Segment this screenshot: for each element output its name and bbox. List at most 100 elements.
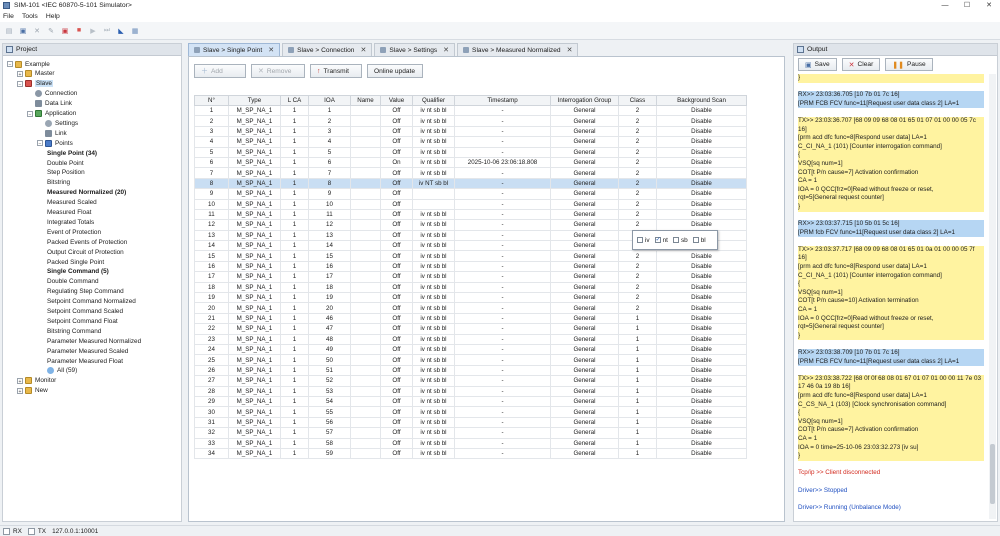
- table-row[interactable]: 1 M_SP_NA_1 1 1 Off iv nt sb bl - General 2 Disab…: [194, 104, 747, 117]
- column-header[interactable]: Type: [228, 95, 281, 106]
- table-cell[interactable]: 2: [618, 271, 657, 283]
- table-cell[interactable]: Off: [380, 447, 413, 460]
- table-cell[interactable]: iv nt sb bl: [412, 125, 455, 138]
- table-cell[interactable]: Disable: [656, 406, 747, 418]
- table-cell[interactable]: 1: [618, 395, 657, 408]
- table-cell[interactable]: 1: [280, 437, 309, 449]
- table-cell[interactable]: 49: [308, 343, 351, 356]
- table-cell[interactable]: General: [550, 104, 619, 117]
- tree-item[interactable]: Bitstring: [47, 178, 70, 188]
- maximize-button[interactable]: ☐: [956, 0, 978, 11]
- tree-item[interactable]: Single Command (5): [47, 267, 109, 277]
- table-cell[interactable]: M_SP_NA_1: [228, 447, 281, 460]
- table-cell[interactable]: General: [550, 167, 619, 179]
- table-cell[interactable]: General: [550, 219, 619, 231]
- table-cell[interactable]: iv nt sb bl: [412, 437, 455, 449]
- qualifier-checkbox-sb[interactable]: sb: [672, 237, 688, 244]
- tree-item[interactable]: Link: [37, 128, 67, 138]
- table-cell[interactable]: [412, 188, 455, 200]
- tree-item[interactable]: + Master: [17, 69, 55, 79]
- table-cell[interactable]: Disable: [656, 427, 747, 439]
- table-cell[interactable]: General: [550, 260, 619, 273]
- close-tab-icon[interactable]: ✕: [443, 46, 449, 54]
- table-cell[interactable]: iv nt sb bl: [412, 385, 455, 397]
- table-cell[interactable]: [350, 416, 381, 429]
- table-cell[interactable]: [350, 302, 381, 314]
- table-row[interactable]: 4 M_SP_NA_1 1 4 Off iv nt sb bl - General 2 Disab…: [194, 136, 747, 148]
- table-cell[interactable]: Disable: [656, 302, 747, 314]
- table-cell[interactable]: Disable: [656, 219, 747, 231]
- table-row[interactable]: 27 M_SP_NA_1 1 52 Off iv nt sb bl - General 1 Dis…: [194, 375, 747, 387]
- table-cell[interactable]: 1: [280, 198, 309, 210]
- trend-icon[interactable]: ◣: [116, 26, 126, 36]
- table-cell[interactable]: 23: [194, 333, 229, 346]
- table-cell[interactable]: Disable: [656, 177, 747, 190]
- table-cell[interactable]: 2: [618, 177, 657, 190]
- new-project-icon[interactable]: ▤: [4, 26, 14, 36]
- table-cell[interactable]: -: [454, 427, 551, 439]
- tree-item[interactable]: Setpoint Command Float: [47, 316, 118, 326]
- table-cell[interactable]: General: [550, 385, 619, 397]
- column-header[interactable]: L CA: [280, 95, 309, 106]
- menu-tools[interactable]: Tools: [22, 13, 38, 20]
- table-cell[interactable]: Off: [380, 125, 413, 138]
- table-cell[interactable]: M_SP_NA_1: [228, 395, 281, 408]
- column-header[interactable]: Class: [618, 95, 657, 106]
- tree-item[interactable]: Integrated Totals: [47, 217, 94, 227]
- table-cell[interactable]: 1: [280, 125, 309, 138]
- table-cell[interactable]: Off: [380, 198, 413, 210]
- table-cell[interactable]: 1: [280, 447, 309, 460]
- table-cell[interactable]: 11: [308, 208, 351, 221]
- table-cell[interactable]: M_SP_NA_1: [228, 136, 281, 148]
- table-row[interactable]: 17 M_SP_NA_1 1 17 Off iv nt sb bl - General 2 Dis…: [194, 271, 747, 283]
- table-cell[interactable]: iv nt sb bl: [412, 271, 455, 283]
- table-cell[interactable]: 7: [308, 167, 351, 179]
- table-cell[interactable]: General: [550, 146, 619, 158]
- table-cell[interactable]: 1: [618, 447, 657, 460]
- step-icon[interactable]: ⏭: [102, 26, 112, 36]
- table-cell[interactable]: 1: [280, 260, 309, 273]
- table-cell[interactable]: Off: [380, 343, 413, 356]
- tree-item[interactable]: Measured Scaled: [47, 198, 97, 208]
- table-cell[interactable]: Off: [380, 364, 413, 377]
- table-cell[interactable]: -: [454, 125, 551, 138]
- table-cell[interactable]: 2: [618, 156, 657, 169]
- table-cell[interactable]: iv nt sb bl: [412, 395, 455, 408]
- clear-output-button[interactable]: ✕ Clear: [841, 58, 881, 71]
- table-cell[interactable]: 53: [308, 385, 351, 397]
- table-cell[interactable]: 26: [194, 364, 229, 377]
- table-cell[interactable]: -: [454, 229, 551, 242]
- table-cell[interactable]: iv nt sb bl: [412, 104, 455, 117]
- table-row[interactable]: 29 M_SP_NA_1 1 54 Off iv nt sb bl - General 1 Dis…: [194, 395, 747, 408]
- table-cell[interactable]: iv nt sb bl: [412, 281, 455, 294]
- table-cell[interactable]: -: [454, 437, 551, 449]
- table-cell[interactable]: 1: [280, 104, 309, 117]
- table-cell[interactable]: [350, 188, 381, 200]
- table-cell[interactable]: iv nt sb bl: [412, 323, 455, 335]
- table-cell[interactable]: Disable: [656, 250, 747, 262]
- table-cell[interactable]: [350, 219, 381, 231]
- close-tab-icon[interactable]: ✕: [360, 46, 366, 54]
- table-cell[interactable]: 2: [618, 136, 657, 148]
- table-cell[interactable]: M_SP_NA_1: [228, 354, 281, 366]
- table-cell[interactable]: 2: [618, 146, 657, 158]
- table-cell[interactable]: -: [454, 354, 551, 366]
- table-cell[interactable]: M_SP_NA_1: [228, 156, 281, 169]
- table-cell[interactable]: 56: [308, 416, 351, 429]
- table-row[interactable]: 10 M_SP_NA_1 1 10 Off - General 2 Disable: [194, 198, 747, 210]
- table-cell[interactable]: [350, 354, 381, 366]
- table-cell[interactable]: General: [550, 323, 619, 335]
- table-row[interactable]: 16 M_SP_NA_1 1 16 Off iv nt sb bl - General 2 Dis…: [194, 260, 747, 273]
- table-cell[interactable]: iv nt sb bl: [412, 250, 455, 262]
- table-cell[interactable]: 1: [280, 375, 309, 387]
- table-cell[interactable]: iv nt sb bl: [412, 302, 455, 314]
- table-cell[interactable]: Off: [380, 354, 413, 366]
- table-cell[interactable]: iv NT sb bl: [412, 177, 455, 190]
- table-cell[interactable]: Off: [380, 416, 413, 429]
- table-cell[interactable]: 18: [308, 281, 351, 294]
- table-cell[interactable]: Disable: [656, 416, 747, 429]
- table-cell[interactable]: [350, 437, 381, 449]
- table-cell[interactable]: M_SP_NA_1: [228, 302, 281, 314]
- table-cell[interactable]: 11: [194, 208, 229, 221]
- table-cell[interactable]: 1: [618, 323, 657, 335]
